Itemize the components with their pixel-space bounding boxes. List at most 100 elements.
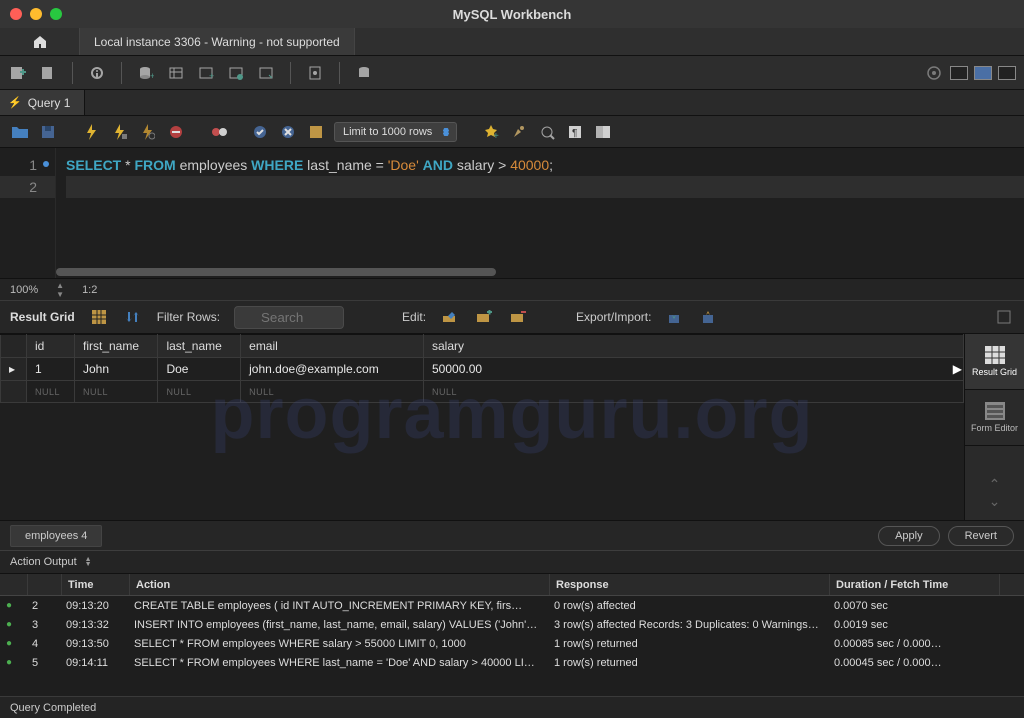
stop-icon[interactable] — [166, 122, 186, 142]
query-tab[interactable]: ⚡ Query 1 — [0, 90, 85, 115]
bolt-icon: ⚡ — [8, 96, 22, 109]
cell-first-name[interactable]: John — [75, 358, 158, 381]
row-marker[interactable] — [1, 381, 27, 403]
grid-view-icon[interactable] — [89, 307, 109, 327]
cell-null[interactable]: NULL — [158, 381, 241, 403]
db-icon-1[interactable]: + — [136, 63, 156, 83]
apply-button[interactable]: Apply — [878, 526, 940, 546]
layout-right-panel[interactable] — [998, 66, 1016, 80]
wrap-icon[interactable]: ¶ — [565, 122, 585, 142]
ao-index: 3 — [26, 619, 60, 631]
db-doc-icon[interactable] — [305, 63, 325, 83]
sort-icon[interactable] — [123, 307, 143, 327]
open-sql-file-icon[interactable] — [38, 63, 58, 83]
cell-salary[interactable]: 50000.00 — [424, 358, 964, 381]
side-result-grid[interactable]: Result Grid — [965, 334, 1024, 390]
save-file-icon[interactable] — [38, 122, 58, 142]
connection-tab[interactable]: Local instance 3306 - Warning - not supp… — [80, 28, 355, 55]
svg-text:+: + — [209, 71, 214, 81]
zoom-stepper-icon[interactable]: ▲▼ — [56, 281, 64, 299]
execute-icon[interactable] — [82, 122, 102, 142]
status-ok-icon: ● — [0, 619, 26, 630]
commit-icon[interactable] — [250, 122, 270, 142]
cell-id[interactable]: 1 — [27, 358, 75, 381]
filter-search-input[interactable] — [234, 306, 344, 329]
cell-null[interactable]: NULL — [27, 381, 75, 403]
chevron-down-icon[interactable]: ⌄ — [989, 493, 1001, 510]
status-ok-icon: ● — [0, 638, 26, 649]
col-first-name[interactable]: first_name — [75, 335, 158, 358]
cell-null[interactable]: NULL — [241, 381, 424, 403]
ao-col-response: Response — [550, 574, 830, 595]
result-set-tab[interactable]: employees 4 — [10, 525, 102, 547]
side-form-editor[interactable]: Form Editor — [965, 390, 1024, 446]
find-icon[interactable] — [509, 122, 529, 142]
editor-horizontal-scrollbar[interactable] — [56, 268, 1014, 278]
action-output-select[interactable]: Action Output ▲▼ — [10, 556, 92, 568]
invisible-chars-icon[interactable] — [537, 122, 557, 142]
db-server-icon[interactable] — [354, 63, 374, 83]
ao-row[interactable]: ● 5 09:14:11 SELECT * FROM employees WHE… — [0, 653, 1024, 672]
grid-new-row[interactable]: NULL NULL NULL NULL NULL — [1, 381, 964, 403]
wrap-cell-icon[interactable] — [994, 307, 1014, 327]
beautify-icon[interactable]: + — [481, 122, 501, 142]
col-id[interactable]: id — [27, 335, 75, 358]
ao-index: 5 — [26, 657, 60, 669]
svg-text:+: + — [493, 131, 499, 140]
results-area: programguru.org id first_name last_name … — [0, 334, 1024, 520]
toggle-autocommit-icon[interactable] — [210, 122, 230, 142]
layout-bottom-panel[interactable] — [974, 66, 992, 80]
explain-icon[interactable] — [138, 122, 158, 142]
import-icon[interactable] — [699, 307, 719, 327]
query-tab-label: Query 1 — [28, 96, 71, 110]
row-marker[interactable]: ▸ — [1, 358, 27, 381]
ao-row[interactable]: ● 2 09:13:20 CREATE TABLE employees ( id… — [0, 596, 1024, 615]
inspector-icon[interactable] — [87, 63, 107, 83]
side-panel-scroll[interactable]: ⌃ ⌄ — [989, 466, 1001, 520]
cell-null[interactable]: NULL — [424, 381, 964, 403]
query-toolbar: Limit to 1000 rows + ¶ — [0, 116, 1024, 148]
ao-duration: 0.0070 sec — [828, 600, 998, 612]
grid-row[interactable]: ▸ 1 John Doe john.doe@example.com 50000.… — [1, 358, 964, 381]
edit-row-icon[interactable] — [440, 307, 460, 327]
action-output-table: Time Action Response Duration / Fetch Ti… — [0, 574, 1024, 674]
ao-col-duration: Duration / Fetch Time — [830, 574, 1000, 595]
new-sql-tab-icon[interactable] — [8, 63, 28, 83]
result-grid[interactable]: id first_name last_name email salary ▸ 1… — [0, 334, 964, 520]
cell-last-name[interactable]: Doe — [158, 358, 241, 381]
db-icon-4[interactable] — [226, 63, 246, 83]
select-arrows-icon: ▲▼ — [85, 557, 92, 567]
settings-gear-icon[interactable] — [924, 63, 944, 83]
sql-editor[interactable]: 1 2 SELECT * FROM employees WHERE last_n… — [0, 148, 1024, 278]
ao-row[interactable]: ● 4 09:13:50 SELECT * FROM employees WHE… — [0, 634, 1024, 653]
cell-null[interactable]: NULL — [75, 381, 158, 403]
add-row-icon[interactable] — [474, 307, 494, 327]
ao-row[interactable]: ● 3 09:13:32 INSERT INTO employees (firs… — [0, 615, 1024, 634]
home-tab[interactable] — [0, 28, 80, 55]
execute-current-icon[interactable] — [110, 122, 130, 142]
toggle-limit-icon[interactable] — [306, 122, 326, 142]
editor-code[interactable]: SELECT * FROM employees WHERE last_name … — [56, 148, 1024, 278]
open-file-icon[interactable] — [10, 122, 30, 142]
snippets-icon[interactable] — [593, 122, 613, 142]
db-icon-3[interactable]: + — [196, 63, 216, 83]
layout-left-panel[interactable] — [950, 66, 968, 80]
col-salary[interactable]: salary — [424, 335, 964, 358]
ao-index: 2 — [26, 600, 60, 612]
export-icon[interactable] — [665, 307, 685, 327]
revert-button[interactable]: Revert — [948, 526, 1014, 546]
col-last-name[interactable]: last_name — [158, 335, 241, 358]
delete-row-icon[interactable] — [508, 307, 528, 327]
ao-action: SELECT * FROM employees WHERE salary > 5… — [128, 638, 548, 650]
chevron-up-icon[interactable]: ⌃ — [989, 476, 1001, 493]
limit-rows-select[interactable]: Limit to 1000 rows — [334, 122, 457, 142]
grid-scroll-right-icon[interactable]: ▶ — [953, 362, 962, 376]
ao-duration: 0.0019 sec — [828, 619, 998, 631]
rollback-icon[interactable] — [278, 122, 298, 142]
status-ok-icon: ● — [0, 600, 26, 611]
db-icon-5[interactable] — [256, 63, 276, 83]
cell-email[interactable]: john.doe@example.com — [241, 358, 424, 381]
col-email[interactable]: email — [241, 335, 424, 358]
db-icon-2[interactable] — [166, 63, 186, 83]
home-icon — [32, 34, 48, 50]
